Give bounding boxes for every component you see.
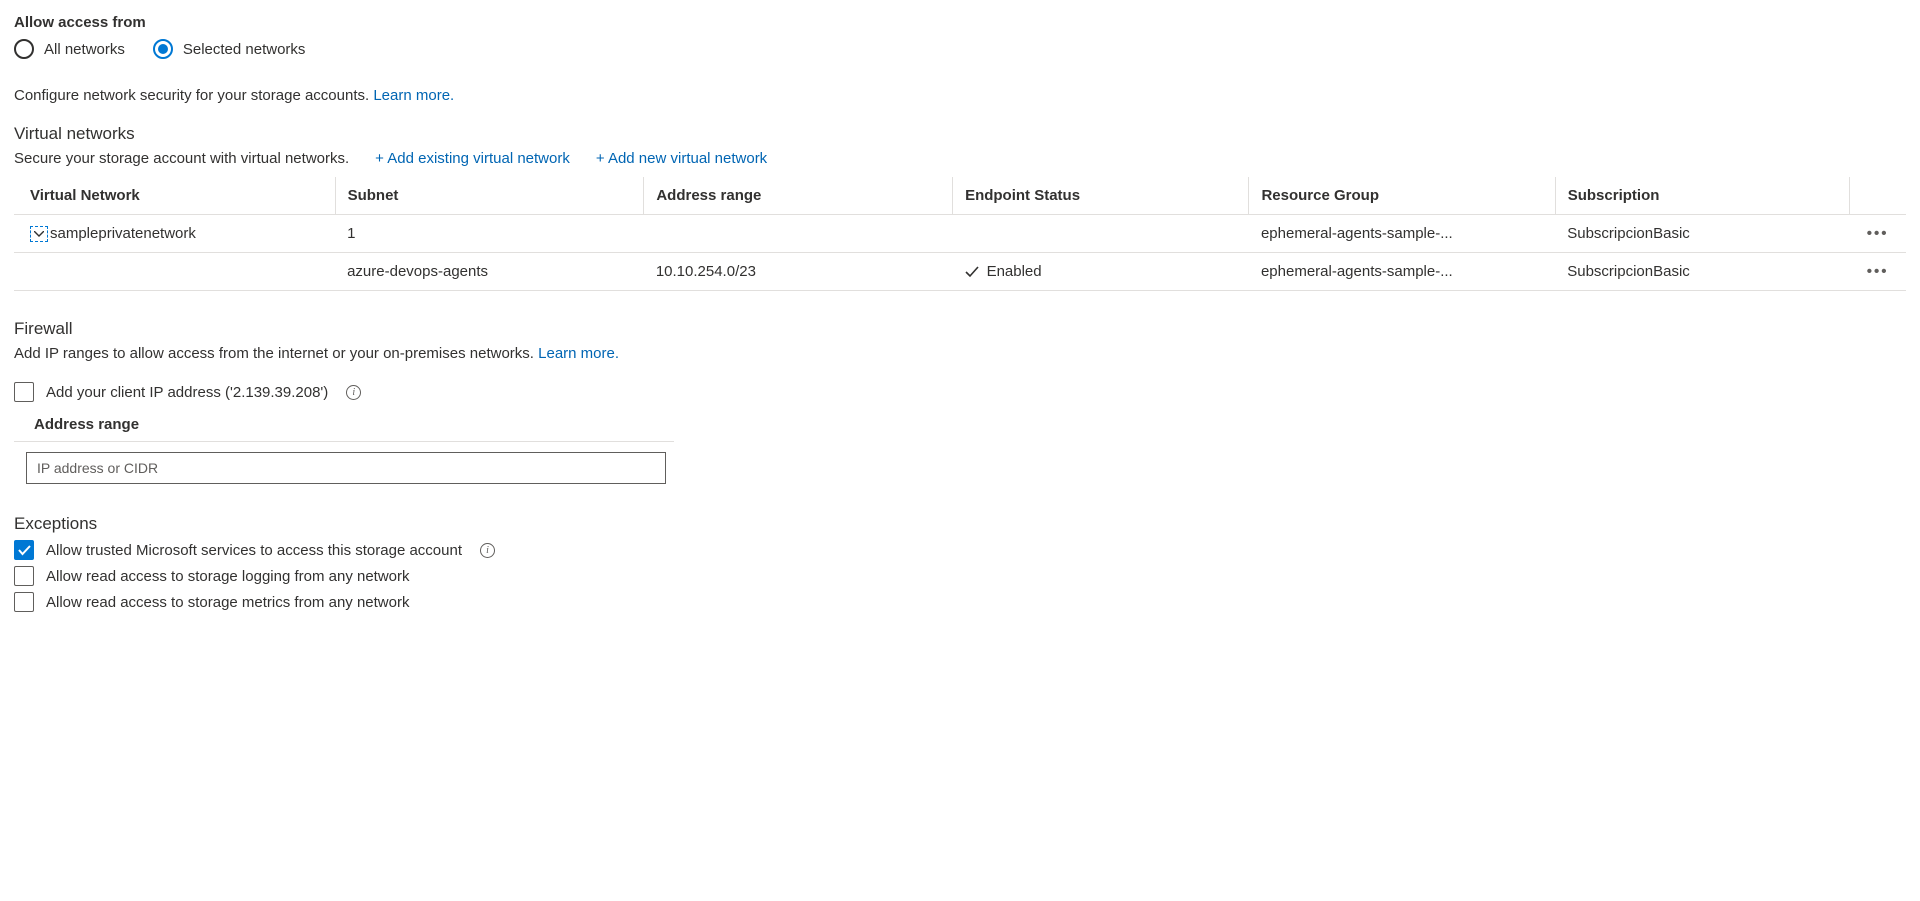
allow-access-heading: Allow access from xyxy=(14,14,1906,31)
row-actions-button[interactable]: ••• xyxy=(1849,253,1906,291)
cell-subscription: SubscripcionBasic xyxy=(1555,215,1849,253)
cell-subscription: SubscripcionBasic xyxy=(1555,253,1849,291)
col-resource-group[interactable]: Resource Group xyxy=(1249,177,1555,215)
cell-subnet: 1 xyxy=(335,215,644,253)
cell-address-range xyxy=(644,215,953,253)
radio-icon xyxy=(153,39,173,59)
col-subscription[interactable]: Subscription xyxy=(1555,177,1849,215)
cell-endpoint-status: Enabled xyxy=(953,253,1249,291)
check-icon xyxy=(18,545,31,556)
exception-label: Allow read access to storage logging fro… xyxy=(46,568,410,585)
row-actions-button[interactable]: ••• xyxy=(1849,215,1906,253)
learn-more-link[interactable]: Learn more. xyxy=(373,87,454,104)
vnet-secure-text: Secure your storage account with virtual… xyxy=(14,150,349,167)
virtual-networks-heading: Virtual networks xyxy=(14,124,1906,144)
vnet-name: sampleprivatenetwork xyxy=(50,225,196,242)
expand-toggle[interactable] xyxy=(30,226,48,242)
cell-resource-group: ephemeral-agents-sample-... xyxy=(1249,215,1555,253)
col-actions xyxy=(1849,177,1906,215)
radio-all-networks[interactable]: All networks xyxy=(14,39,125,59)
exception-row-metrics: Allow read access to storage metrics fro… xyxy=(14,592,1906,612)
more-icon: ••• xyxy=(1867,225,1889,242)
exception-row-logging: Allow read access to storage logging fro… xyxy=(14,566,1906,586)
exception-label: Allow trusted Microsoft services to acce… xyxy=(46,542,462,559)
table-header-row: Virtual Network Subnet Address range End… xyxy=(14,177,1906,215)
table-row: sampleprivatenetwork 1 ephemeral-agents-… xyxy=(14,215,1906,253)
col-virtual-network[interactable]: Virtual Network xyxy=(14,177,335,215)
radio-selected-networks[interactable]: Selected networks xyxy=(153,39,306,59)
add-existing-vnet-link[interactable]: + Add existing virtual network xyxy=(375,150,570,167)
exception-checkbox[interactable] xyxy=(14,566,34,586)
cell-endpoint-status xyxy=(953,215,1249,253)
firewall-learn-more-link[interactable]: Learn more. xyxy=(538,345,619,362)
firewall-heading: Firewall xyxy=(14,319,1906,339)
configure-description: Configure network security for your stor… xyxy=(14,87,1906,104)
add-client-ip-label: Add your client IP address ('2.139.39.20… xyxy=(46,384,328,401)
info-icon[interactable]: i xyxy=(346,385,361,400)
col-endpoint-status[interactable]: Endpoint Status xyxy=(953,177,1249,215)
firewall-description: Add IP ranges to allow access from the i… xyxy=(14,345,1906,362)
exception-checkbox[interactable] xyxy=(14,540,34,560)
info-icon[interactable]: i xyxy=(480,543,495,558)
radio-label: All networks xyxy=(44,41,125,58)
exception-row-trusted: Allow trusted Microsoft services to acce… xyxy=(14,540,1906,560)
cell-resource-group: ephemeral-agents-sample-... xyxy=(1249,253,1555,291)
check-icon xyxy=(965,266,979,278)
firewall-text: Add IP ranges to allow access from the i… xyxy=(14,345,538,362)
configure-text: Configure network security for your stor… xyxy=(14,87,373,104)
add-client-ip-checkbox[interactable] xyxy=(14,382,34,402)
col-address-range[interactable]: Address range xyxy=(644,177,953,215)
chevron-down-icon xyxy=(34,231,44,237)
cell-virtual-network: sampleprivatenetwork xyxy=(14,215,335,253)
table-row: azure-devops-agents 10.10.254.0/23 Enabl… xyxy=(14,253,1906,291)
address-range-row xyxy=(14,441,674,484)
add-client-ip-row: Add your client IP address ('2.139.39.20… xyxy=(14,382,1906,402)
vnet-toolbar: Secure your storage account with virtual… xyxy=(14,150,1906,167)
exceptions-heading: Exceptions xyxy=(14,514,1906,534)
address-range-header: Address range xyxy=(34,416,1906,433)
radio-label: Selected networks xyxy=(183,41,306,58)
exception-checkbox[interactable] xyxy=(14,592,34,612)
more-icon: ••• xyxy=(1867,263,1889,280)
radio-icon xyxy=(14,39,34,59)
cell-virtual-network xyxy=(14,253,335,291)
exception-label: Allow read access to storage metrics fro… xyxy=(46,594,409,611)
col-subnet[interactable]: Subnet xyxy=(335,177,644,215)
allow-access-radio-group: All networks Selected networks xyxy=(14,39,1906,59)
vnet-table: Virtual Network Subnet Address range End… xyxy=(14,177,1906,291)
address-range-input[interactable] xyxy=(26,452,666,484)
add-new-vnet-link[interactable]: + Add new virtual network xyxy=(596,150,767,167)
status-text: Enabled xyxy=(987,263,1042,280)
cell-address-range: 10.10.254.0/23 xyxy=(644,253,953,291)
cell-subnet: azure-devops-agents xyxy=(335,253,644,291)
